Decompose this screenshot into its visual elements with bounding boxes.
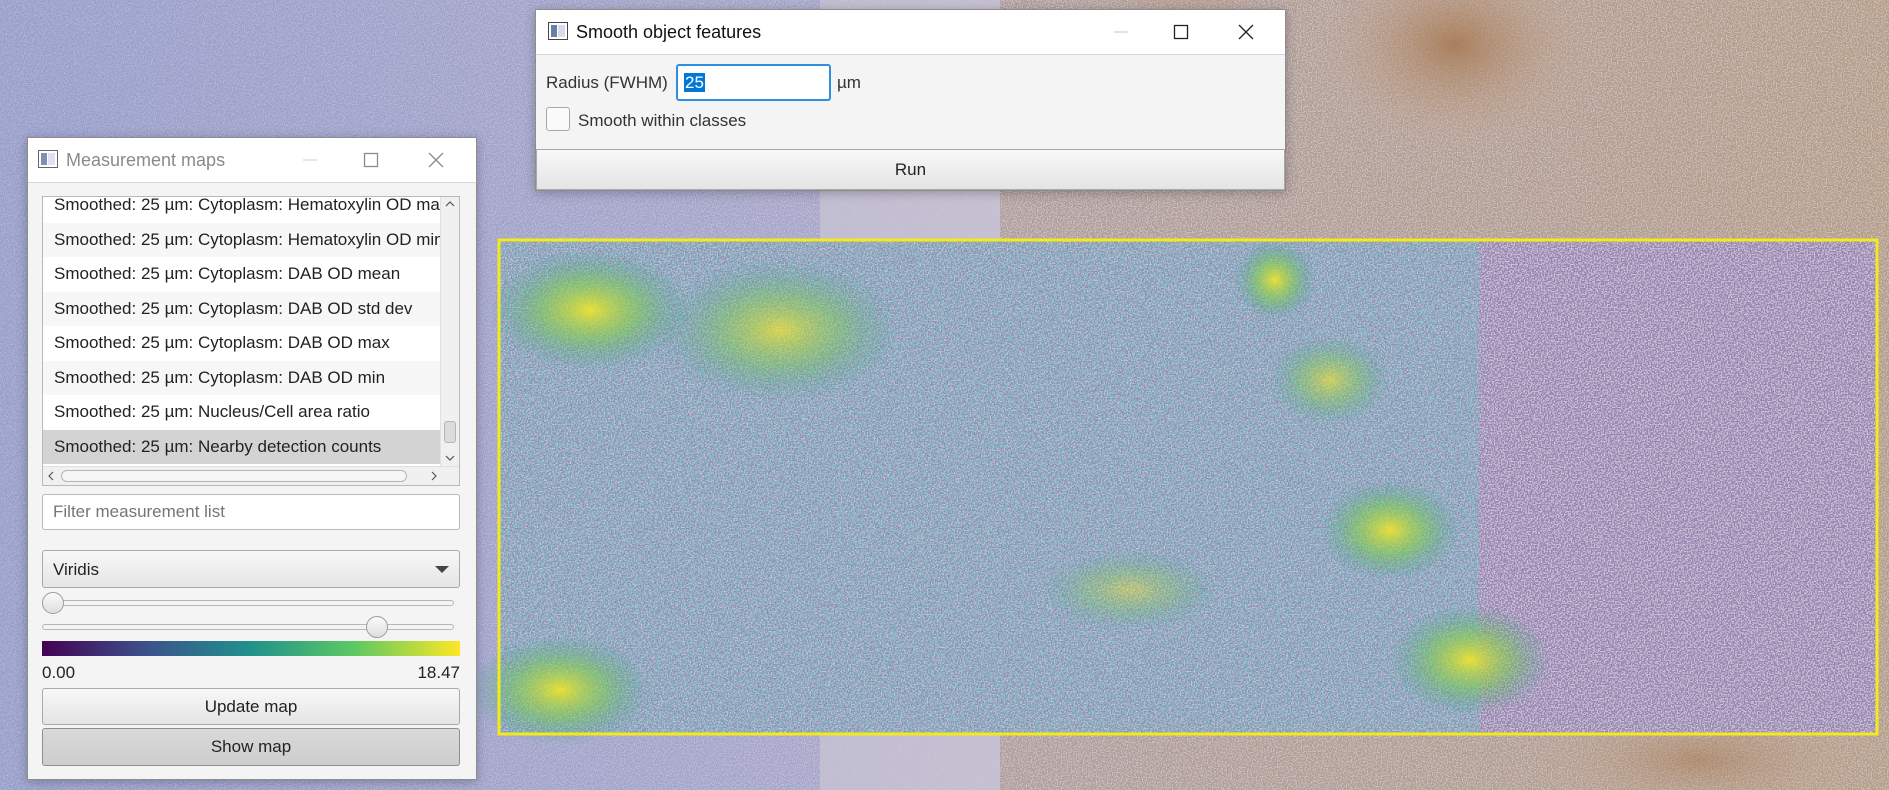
title-bar[interactable]: Smooth object features — [536, 10, 1285, 55]
colormap-select[interactable]: Viridis — [42, 550, 460, 588]
vertical-scrollbar[interactable] — [440, 197, 459, 467]
app-icon — [38, 150, 58, 168]
minimize-button[interactable] — [1101, 17, 1141, 47]
radius-label: Radius (FWHM) — [546, 73, 668, 92]
dropdown-arrow-icon — [435, 566, 449, 573]
list-item[interactable]: Smoothed: 25 µm: Cytoplasm: Hematoxylin … — [43, 222, 442, 257]
filter-measurement-input[interactable] — [42, 494, 460, 530]
measurement-list-rows: Smoothed: 25 µm: Cytoplasm: Hematoxylin … — [43, 197, 442, 467]
close-button[interactable] — [416, 145, 456, 175]
minimize-button[interactable] — [290, 145, 330, 175]
maximize-button[interactable] — [1161, 17, 1201, 47]
colormap-max-label: 18.47 — [417, 663, 460, 682]
chevron-left-icon[interactable] — [47, 471, 55, 481]
max-value-slider[interactable] — [42, 616, 454, 638]
measurement-list[interactable]: Smoothed: 25 µm: Cytoplasm: Hematoxylin … — [42, 196, 460, 486]
slider-track — [42, 624, 454, 630]
colormap-bar — [42, 641, 460, 656]
app-icon — [548, 22, 568, 40]
horizontal-scroll-thumb[interactable] — [61, 470, 407, 482]
close-icon — [428, 152, 444, 168]
dialog-title: Smooth object features — [576, 22, 762, 42]
minimize-icon — [1114, 31, 1128, 33]
show-map-button[interactable]: Show map — [42, 728, 460, 766]
maximize-icon — [1173, 24, 1189, 40]
list-item[interactable]: Smoothed: 25 µm: Cytoplasm: DAB OD mean — [43, 257, 442, 292]
title-bar[interactable]: Measurement maps — [28, 138, 476, 183]
update-map-button[interactable]: Update map — [42, 688, 460, 725]
slider-track — [42, 600, 454, 606]
colormap-min-label: 0.00 — [42, 663, 76, 682]
list-item[interactable]: Smoothed: 25 µm: Nucleus/Cell area ratio — [43, 395, 442, 430]
minimize-icon — [303, 159, 317, 161]
smooth-within-classes-checkbox[interactable] — [546, 107, 570, 131]
measurement-maps-dialog: Measurement maps Smoothed: 25 µm: Cytopl… — [27, 137, 477, 780]
smooth-object-features-dialog: Smooth object features Radius (FWHM) 25 … — [535, 9, 1286, 191]
min-value-slider[interactable] — [42, 592, 454, 614]
slider-knob[interactable] — [42, 592, 64, 614]
chevron-right-icon[interactable] — [430, 471, 438, 481]
dialog-title: Measurement maps — [66, 150, 226, 170]
run-button[interactable]: Run — [536, 149, 1285, 190]
list-item[interactable]: Smoothed: 25 µm: Cytoplasm: DAB OD std d… — [43, 291, 442, 326]
radius-value: 25 — [684, 73, 705, 92]
horizontal-scrollbar[interactable] — [43, 466, 459, 485]
maximize-icon — [363, 152, 379, 168]
chevron-up-icon[interactable] — [445, 200, 455, 208]
list-item-selected[interactable]: Smoothed: 25 µm: Nearby detection counts — [43, 429, 442, 464]
smooth-within-classes-label: Smooth within classes — [578, 111, 747, 130]
maximize-button[interactable] — [351, 145, 391, 175]
close-icon — [1238, 24, 1254, 40]
radius-input[interactable]: 25 — [676, 64, 831, 101]
colormap-value: Viridis — [53, 560, 99, 579]
close-button[interactable] — [1226, 17, 1266, 47]
chevron-down-icon[interactable] — [445, 454, 455, 462]
radius-unit: µm — [837, 73, 861, 92]
annotation-region — [470, 238, 1879, 745]
list-item[interactable]: Smoothed: 25 µm: Cytoplasm: DAB OD max — [43, 326, 442, 361]
list-item[interactable]: Smoothed: 25 µm: Cytoplasm: DAB OD min — [43, 360, 442, 395]
vertical-scroll-thumb[interactable] — [444, 421, 456, 443]
slider-knob[interactable] — [366, 616, 388, 638]
list-item[interactable]: Smoothed: 25 µm: Cytoplasm: Hematoxylin … — [43, 197, 442, 223]
